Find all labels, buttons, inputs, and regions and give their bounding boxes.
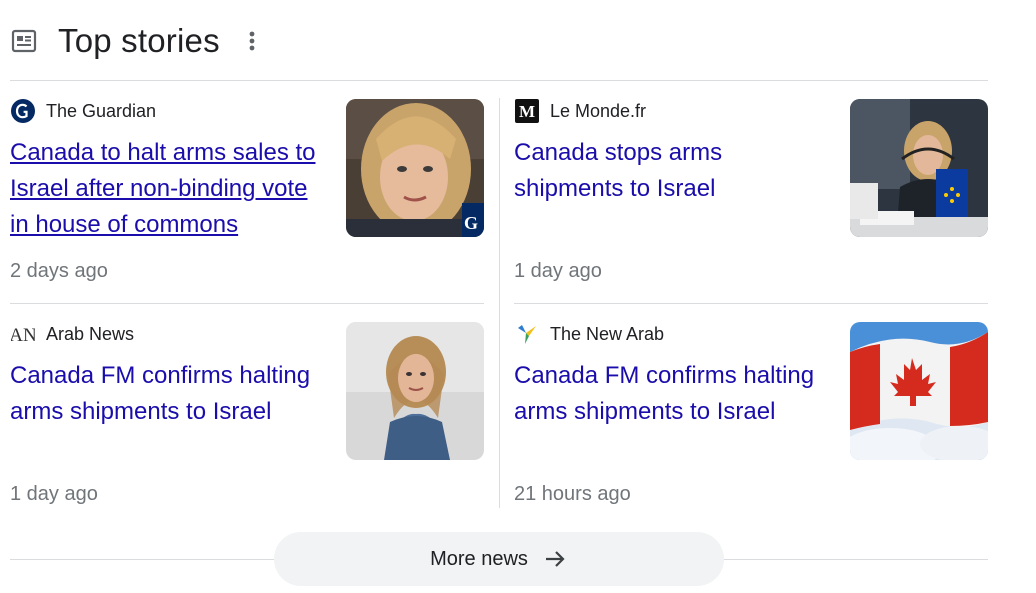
story-source: The New Arab: [514, 322, 664, 346]
story-thumbnail[interactable]: [850, 99, 988, 237]
top-stories-header: Top stories: [10, 18, 262, 64]
story-timestamp: 2 days ago: [10, 260, 108, 282]
story-thumbnail[interactable]: [850, 322, 988, 460]
story-headline-link[interactable]: Canada to halt arms sales to Israel afte…: [10, 135, 328, 243]
le-monde-logo-icon: M: [514, 99, 539, 124]
more-news-label: More news: [430, 547, 528, 570]
story-card-arab-news[interactable]: AN Arab News Canada FM confirms halting …: [10, 322, 484, 522]
guardian-logo-icon: [10, 99, 35, 124]
story-source: M Le Monde.fr: [514, 99, 646, 123]
story-card-guardian[interactable]: The Guardian Canada to halt arms sales t…: [10, 99, 484, 299]
new-arab-logo-icon: [514, 322, 539, 347]
row-divider-left: [10, 303, 484, 304]
story-timestamp: 21 hours ago: [514, 483, 631, 505]
story-source: AN Arab News: [10, 322, 135, 347]
source-name: The Guardian: [46, 100, 157, 121]
svg-text:M: M: [518, 102, 534, 121]
row-divider-right: [514, 303, 988, 304]
story-source: The Guardian: [10, 99, 156, 123]
story-headline-link[interactable]: Canada FM confirms halting arms shipment…: [514, 358, 832, 430]
story-timestamp: 1 day ago: [514, 260, 602, 282]
arab-news-logo-icon: AN: [10, 322, 35, 347]
svg-text:G: G: [464, 213, 478, 233]
column-divider: [499, 98, 500, 508]
story-headline-link[interactable]: Canada stops arms shipments to Israel: [514, 135, 832, 207]
story-thumbnail[interactable]: [346, 322, 484, 460]
svg-text:AN: AN: [11, 325, 35, 346]
story-headline-link[interactable]: Canada FM confirms halting arms shipment…: [10, 358, 328, 430]
story-card-le-monde[interactable]: M Le Monde.fr Canada stops arms shipment…: [514, 99, 988, 299]
newspaper-icon: [10, 27, 38, 55]
source-name: Arab News: [46, 323, 135, 344]
header-divider: [10, 80, 988, 81]
page-title: Top stories: [58, 22, 220, 59]
story-card-new-arab[interactable]: The New Arab Canada FM confirms halting …: [514, 322, 988, 522]
more-vert-icon[interactable]: [242, 27, 262, 55]
more-news-button[interactable]: More news: [274, 532, 724, 586]
source-name: The New Arab: [550, 323, 665, 344]
source-name: Le Monde.fr: [550, 100, 647, 121]
story-timestamp: 1 day ago: [10, 483, 98, 505]
arrow-right-icon: [542, 546, 568, 572]
story-thumbnail[interactable]: G: [346, 99, 484, 237]
